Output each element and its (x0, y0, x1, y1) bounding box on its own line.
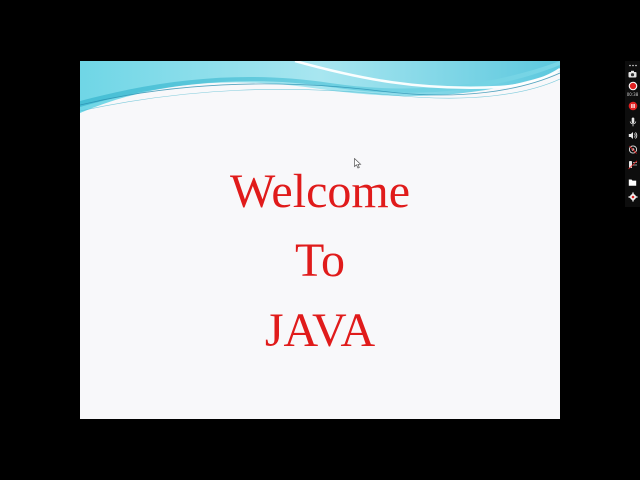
camera-icon[interactable] (625, 69, 640, 79)
pause-icon[interactable] (625, 101, 640, 111)
mic-icon[interactable] (625, 116, 640, 127)
speaker-icon[interactable] (625, 130, 640, 140)
presentation-slide: Welcome To JAVA (80, 61, 560, 419)
screen: Welcome To JAVA 00:38 (0, 0, 640, 480)
gear-icon[interactable] (625, 191, 640, 203)
slide-title-line-1: Welcome (229, 165, 411, 218)
folder-icon[interactable] (625, 177, 640, 188)
mouse-pointer-icon (354, 158, 362, 169)
slide-title-line-3: JAVA (264, 304, 376, 357)
settings-icon[interactable] (625, 159, 640, 170)
slide-title-line-2: To (295, 234, 345, 287)
webcam-icon[interactable] (625, 144, 640, 155)
more-icon[interactable] (625, 62, 640, 68)
screen-recorder-toolbar: 00:38 (625, 61, 640, 207)
record-icon[interactable] (625, 81, 640, 91)
slide-wave-header (80, 61, 560, 113)
recording-elapsed-time: 00:38 (626, 92, 639, 97)
